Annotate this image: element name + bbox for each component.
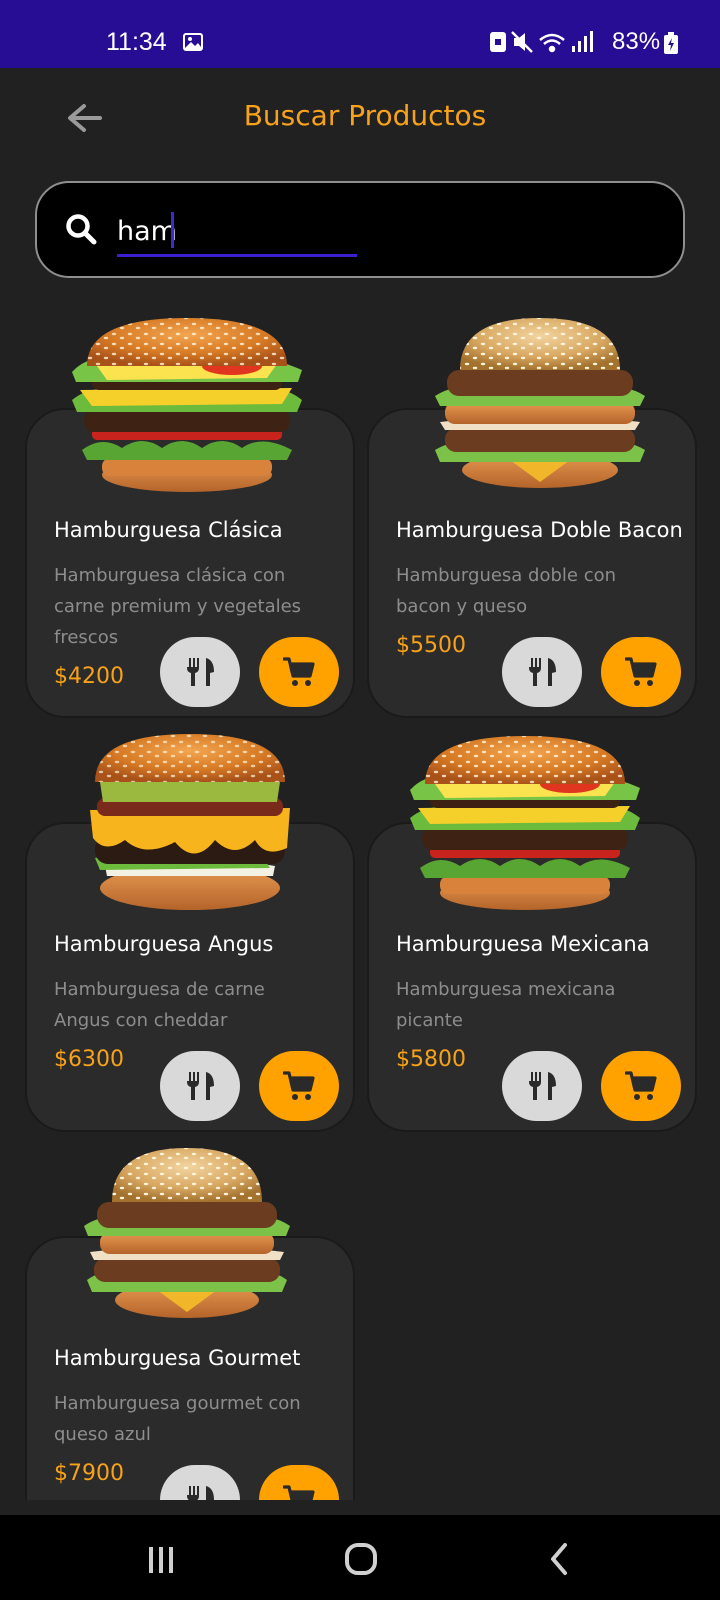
- product-description: Hamburguesa doble con bacon y queso: [396, 565, 617, 617]
- home-button[interactable]: [332, 1535, 392, 1583]
- product-image: [410, 736, 640, 910]
- shopping-cart-icon: [283, 1071, 315, 1102]
- fork-knife-icon: [187, 1486, 214, 1500]
- product-price: $5500: [396, 633, 466, 658]
- add-to-cart-button[interactable]: [259, 1465, 339, 1500]
- product-name: Hamburguesa Mexicana: [396, 932, 650, 956]
- product-name: Hamburguesa Angus: [54, 932, 274, 956]
- fork-knife-icon: [529, 1072, 556, 1100]
- back-chevron-icon: [551, 1543, 567, 1575]
- shopping-cart-icon: [625, 1071, 657, 1102]
- add-to-cart-button[interactable]: [601, 637, 681, 707]
- product-description: Hamburguesa gourmet con queso azul: [54, 1393, 301, 1445]
- product-name: Hamburguesa Doble Bacon: [396, 518, 683, 542]
- product-image: [90, 734, 290, 910]
- recent-apps-icon: [149, 1547, 173, 1573]
- fork-knife-icon: [187, 1072, 214, 1100]
- shopping-cart-icon: [283, 1485, 315, 1500]
- product-price: $4200: [54, 664, 124, 689]
- shopping-cart-icon: [625, 657, 657, 688]
- product-detail-button[interactable]: [502, 1051, 582, 1121]
- product-detail-button[interactable]: [160, 637, 240, 707]
- fork-knife-icon: [529, 658, 556, 686]
- product-name: Hamburguesa Gourmet: [54, 1346, 301, 1370]
- add-to-cart-button[interactable]: [601, 1051, 681, 1121]
- fork-knife-icon: [187, 658, 214, 686]
- product-price: $6300: [54, 1047, 124, 1072]
- add-to-cart-button[interactable]: [259, 1051, 339, 1121]
- shopping-cart-icon: [283, 657, 315, 688]
- recent-apps-button[interactable]: [131, 1535, 191, 1583]
- product-description: Hamburguesa de carne Angus con cheddar: [54, 979, 265, 1031]
- product-grid: Hamburguesa Clásica Hamburguesa clásica …: [0, 0, 720, 1500]
- add-to-cart-button[interactable]: [259, 637, 339, 707]
- product-image: [435, 318, 645, 488]
- product-image: [72, 318, 302, 492]
- product-name: Hamburguesa Clásica: [54, 518, 283, 542]
- product-detail-button[interactable]: [160, 1051, 240, 1121]
- product-detail-button[interactable]: [160, 1465, 240, 1500]
- product-price: $7900: [54, 1461, 124, 1486]
- product-image: [84, 1148, 290, 1318]
- product-description: Hamburguesa mexicana picante: [396, 979, 616, 1031]
- product-detail-button[interactable]: [502, 637, 582, 707]
- system-back-button[interactable]: [533, 1535, 593, 1583]
- navigation-bar: [0, 1515, 720, 1600]
- home-icon: [345, 1543, 377, 1575]
- product-price: $5800: [396, 1047, 466, 1072]
